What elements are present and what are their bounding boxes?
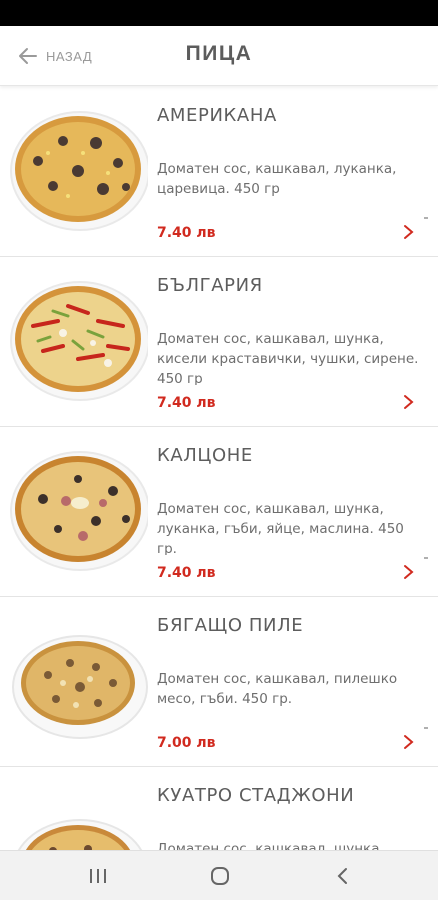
divider-mark [424, 217, 428, 219]
pizza-image [10, 451, 148, 571]
item-description: Доматен сос, кашкавал, шунка, кисели кра… [157, 331, 419, 385]
navigation-bar [0, 850, 438, 900]
item-name: АМЕРИКАНА [157, 105, 277, 126]
item-price: 7.40 лв [157, 565, 216, 581]
item-name: БЪЛГАРИЯ [157, 275, 263, 296]
menu-item[interactable]: БЪЛГАРИЯ Доматен сос, кашкавал, шунка, к… [0, 257, 438, 427]
chevron-right-icon[interactable] [402, 223, 416, 241]
divider-mark [424, 557, 428, 559]
status-bar [0, 0, 438, 26]
item-description: Доматен сос, кашкавал, пилешко месо, гъб… [157, 671, 398, 707]
item-name: БЯГАЩО ПИЛЕ [157, 615, 304, 636]
system-back-button[interactable] [312, 851, 372, 900]
menu-item[interactable]: КУАТРО СТАДЖОНИ Доматен сос, кашкавал, ш… [0, 767, 438, 850]
item-name: КАЛЦОНЕ [157, 445, 253, 466]
item-name: КУАТРО СТАДЖОНИ [157, 785, 355, 806]
item-description: Доматен сос, кашкавал, луканка, царевица… [157, 161, 397, 197]
app-header: НАЗАД ПИЦА [0, 26, 438, 86]
recents-icon [90, 869, 106, 883]
menu-item[interactable]: АМЕРИКАНА Доматен сос, кашкавал, луканка… [0, 87, 438, 257]
divider-mark [424, 727, 428, 729]
home-icon [211, 867, 229, 885]
chevron-right-icon[interactable] [402, 733, 416, 751]
pizza-image [12, 635, 148, 739]
pizza-image [10, 281, 148, 401]
menu-list: АМЕРИКАНА Доматен сос, кашкавал, луканка… [0, 87, 438, 850]
item-price: 7.00 лв [157, 735, 216, 751]
pizza-image [10, 111, 148, 231]
menu-item[interactable]: КАЛЦОНЕ Доматен сос, кашкавал, шунка, лу… [0, 427, 438, 597]
chevron-right-icon[interactable] [402, 393, 416, 411]
menu-item[interactable]: БЯГАЩО ПИЛЕ Доматен сос, кашкавал, пилеш… [0, 597, 438, 767]
back-icon [337, 868, 347, 884]
page-title: ПИЦА [185, 42, 253, 65]
item-description: Доматен сос, кашкавал, шунка [157, 841, 380, 850]
recents-button[interactable] [68, 851, 128, 900]
item-price: 7.40 лв [157, 395, 216, 411]
home-button[interactable] [190, 851, 250, 900]
chevron-right-icon[interactable] [402, 563, 416, 581]
pizza-image [17, 819, 143, 850]
item-price: 7.40 лв [157, 225, 216, 241]
item-description: Доматен сос, кашкавал, шунка, луканка, г… [157, 501, 404, 555]
